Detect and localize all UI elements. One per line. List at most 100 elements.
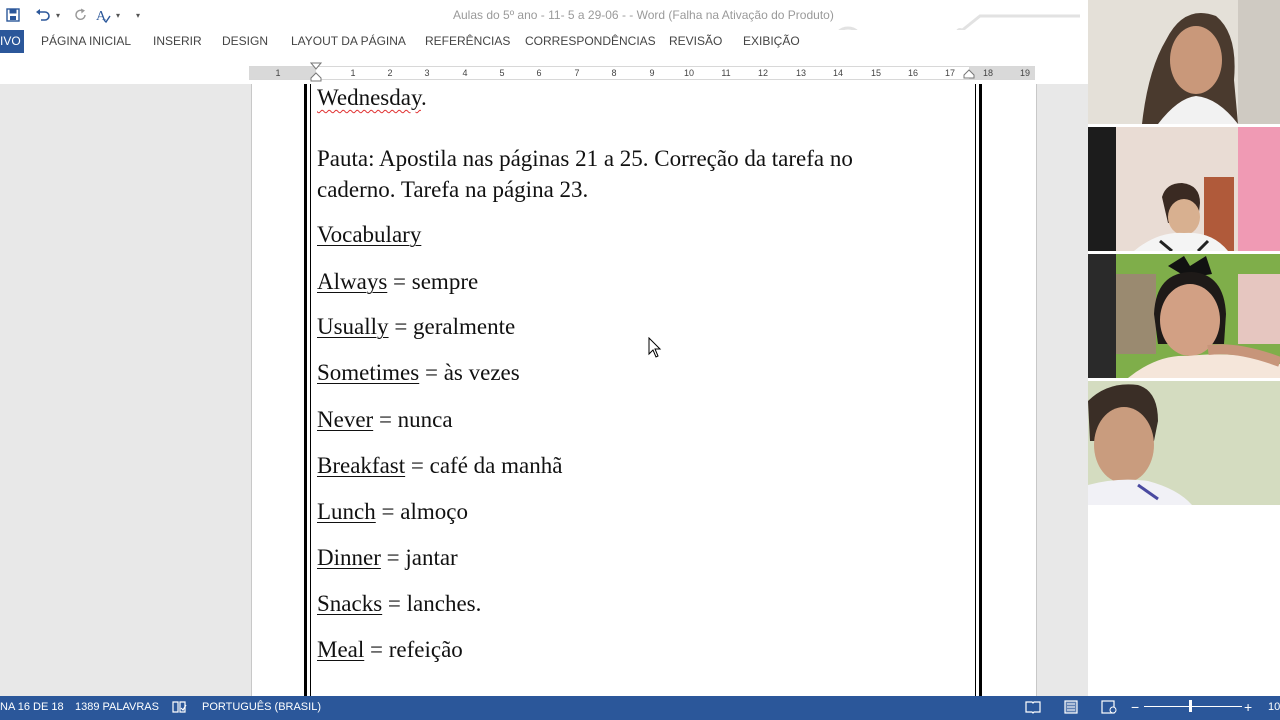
language-indicator[interactable]: PORTUGUÊS (BRASIL) [202,696,321,718]
vocab-meaning: café da manhã [429,453,563,478]
vocab-meaning: almoço [400,499,468,524]
vocab-separator: = [382,591,407,616]
ruler-number: 13 [795,68,807,78]
pauta-line-2[interactable]: caderno. Tarefa na página 23. [317,174,588,205]
vocab-meaning: refeição [388,637,463,662]
vocab-word: Sometimes [317,360,420,385]
vocab-word: Lunch [317,499,376,524]
ruler-bar[interactable]: 1 1 2 3 4 5 6 7 8 9 10 11 12 13 14 15 16… [249,66,1035,80]
undo-dropdown-icon[interactable]: ▾ [56,6,64,24]
status-bar: NA 16 DE 18 1389 PALAVRAS PORTUGUÊS (BRA… [0,696,1280,720]
ruler-number: 12 [757,68,769,78]
mouse-pointer-icon [648,337,662,358]
vocab-word: Breakfast [317,453,406,478]
tab-mailings[interactable]: CORRESPONDÊNCIAS [525,30,656,53]
ruler-number: 19 [1019,68,1031,78]
video-tile-participant-4[interactable] [1088,381,1280,505]
ruler-number: 1 [275,68,281,78]
vocab-meaning: nunca [397,407,453,432]
vocab-line[interactable]: Always = sempre [317,266,478,297]
tab-view[interactable]: EXIBIÇÃO [743,30,800,53]
tab-home[interactable]: PÁGINA INICIAL [41,30,131,53]
page-border-left [304,84,311,696]
zoom-in-button[interactable]: + [1244,696,1252,718]
vocab-line[interactable]: Never = nunca [317,404,453,435]
zoom-out-button[interactable]: − [1131,696,1139,718]
tab-page-layout[interactable]: LAYOUT DA PÁGINA [291,30,406,53]
ruler-number: 10 [683,68,695,78]
zoom-slider-thumb[interactable] [1189,700,1192,712]
vocab-line[interactable]: Lunch = almoço [317,496,468,527]
day-line[interactable]: Wednesday. [317,82,427,113]
vocab-meaning: lanches. [406,591,482,616]
vocab-meaning: geralmente [413,314,516,339]
pauta-line-1[interactable]: Pauta: Apostila nas páginas 21 a 25. Cor… [317,143,853,174]
vocab-meaning: às vezes [443,360,520,385]
video-tile-participant-3[interactable] [1088,254,1280,378]
vocab-line[interactable]: Dinner = jantar [317,542,458,573]
vocab-word: Snacks [317,591,383,616]
tab-design[interactable]: DESIGN [222,30,268,53]
page-count[interactable]: NA 16 DE 18 [0,696,64,718]
vocab-separator: = [364,637,389,662]
redo-icon[interactable] [72,6,90,24]
vocab-line[interactable]: Snacks = lanches. [317,588,481,619]
vocab-line[interactable]: Meal = refeição [317,634,463,665]
vocab-line[interactable]: Breakfast = café da manhã [317,450,562,481]
web-layout-icon[interactable] [1101,700,1117,714]
print-layout-icon[interactable] [1063,700,1079,714]
customize-icon[interactable]: ▾ [136,6,144,24]
window-title: Aulas do 5º ano - 11- 5 a 29-06 - - Word… [453,8,834,22]
ruler-number: 16 [907,68,919,78]
spelling-dropdown-icon[interactable]: ▾ [116,6,124,24]
page-border-right [975,84,982,696]
tab-review[interactable]: REVISÃO [669,30,722,53]
vocab-separator: = [405,453,430,478]
vocab-separator: = [419,360,444,385]
vocab-line[interactable]: Usually = geralmente [317,311,515,342]
ruler-number: 6 [536,68,542,78]
ruler-number: 9 [649,68,655,78]
vocab-separator: = [380,545,406,570]
zoom-level[interactable]: 10 [1268,696,1280,718]
ruler-number: 15 [870,68,882,78]
vocab-separator: = [387,269,412,294]
video-tile-participant-1[interactable] [1088,0,1280,124]
vocab-separator: = [375,499,401,524]
vocab-word: Always [317,269,388,294]
vocabulary-heading[interactable]: Vocabulary [317,219,421,250]
spelling-icon[interactable]: A [94,6,112,24]
ruler-number: 4 [462,68,468,78]
ruler-number: 7 [574,68,580,78]
indent-marker-icon[interactable] [310,62,322,82]
ribbon-tabs: IVO PÁGINA INICIAL INSERIR DESIGN LAYOUT… [0,30,1088,54]
video-tile-participant-2[interactable] [1088,127,1280,251]
undo-icon[interactable] [34,6,52,24]
tab-insert[interactable]: INSERIR [153,30,202,53]
ruler-number: 5 [499,68,505,78]
proofing-icon[interactable] [171,700,187,714]
ruler-number: 8 [611,68,617,78]
vocab-separator: = [388,314,414,339]
vocab-word: Usually [317,314,389,339]
zoom-slider-track[interactable] [1144,706,1242,707]
tab-references[interactable]: REFERÊNCIAS [425,30,510,53]
vocab-word: Meal [317,637,365,662]
ruler-number: 11 [721,68,731,78]
save-icon[interactable] [4,6,22,24]
ruler-number: 18 [982,68,994,78]
day-word: Wednesday [317,85,421,110]
word-count[interactable]: 1389 PALAVRAS [75,696,159,718]
read-mode-icon[interactable] [1025,700,1041,714]
right-indent-marker-icon[interactable] [963,68,975,80]
day-period: . [420,85,427,110]
vocab-line[interactable]: Sometimes = às vezes [317,357,520,388]
tab-file[interactable]: IVO [0,30,24,53]
vocab-separator: = [373,407,398,432]
horizontal-ruler: 1 1 2 3 4 5 6 7 8 9 10 11 12 13 14 15 16… [0,54,1088,84]
ruler-number: 14 [832,68,844,78]
vocab-word: Never [317,407,374,432]
vocab-word: Dinner [317,545,381,570]
ruler-number: 17 [944,68,956,78]
quick-access-toolbar: ▾ A ▾ ▾ [4,6,144,24]
